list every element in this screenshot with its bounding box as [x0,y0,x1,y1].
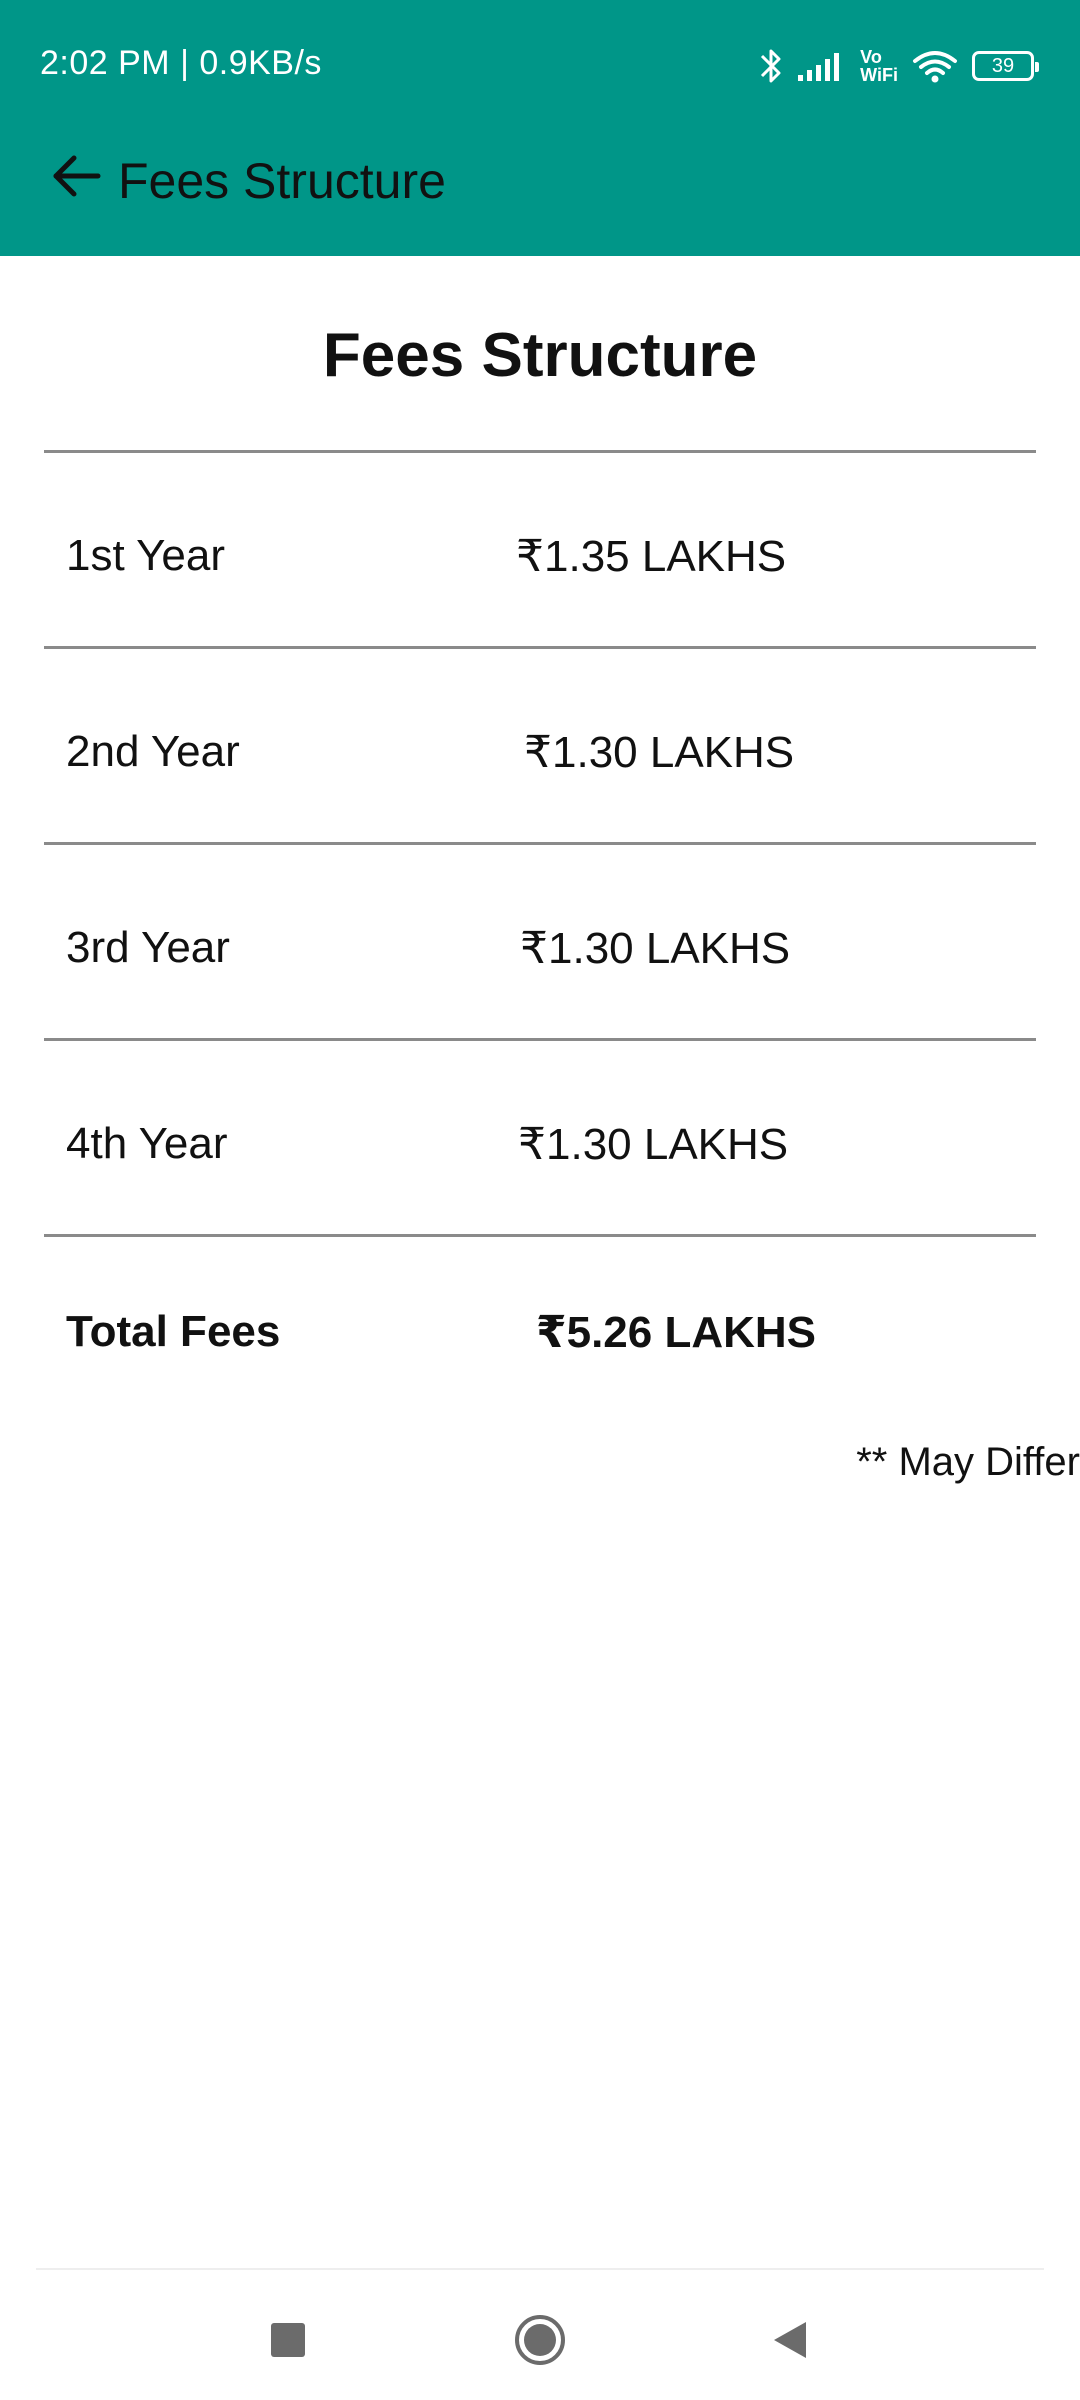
vowifi-bottom: WiFi [860,65,898,85]
recents-square-icon [271,2323,305,2357]
app-bar-title: Fees Structure [118,153,446,209]
fee-row-label: 2nd Year [66,727,240,776]
recents-button[interactable] [258,2310,318,2370]
system-nav-bar [0,2272,1080,2400]
home-circle-icon [515,2315,565,2365]
fee-row-year-1: 1st Year ₹1.35 LAKHS [44,453,1036,646]
home-button[interactable] [510,2310,570,2370]
fee-row-value: ₹1.30 LAKHS [524,728,795,777]
nav-back-button[interactable] [760,2310,820,2370]
fee-row-year-2: 2nd Year ₹1.30 LAKHS [44,649,1036,842]
fee-row-label: 4th Year [66,1119,228,1168]
fee-row-label: 3rd Year [66,923,230,972]
fee-row-value: ₹1.30 LAKHS [520,924,791,973]
vowifi-top: Vo [860,47,882,67]
battery-icon: 39 [972,51,1039,81]
vowifi-icon: Vo WiFi [860,48,898,84]
battery-level: 39 [991,54,1015,77]
fees-disclaimer-note: ** May Differ [856,1440,1080,1484]
bluetooth-icon [758,46,784,86]
fee-table: 1st Year ₹1.35 LAKHS 2nd Year ₹1.30 LAKH… [44,450,1036,1427]
fee-row-value: ₹1.30 LAKHS [518,1120,789,1169]
nav-divider [36,2268,1044,2270]
status-icons: Vo WiFi 39 [758,40,1039,92]
wifi-icon [912,49,958,83]
arrow-left-icon [53,155,101,197]
signal-icon [798,51,846,81]
fee-row-label: 1st Year [66,531,226,580]
total-fees-label: Total Fees [66,1307,281,1356]
status-time: 2:02 PM | 0.9KB/s [40,44,322,82]
total-fees-row: Total Fees ₹5.26 LAKHS [44,1237,1036,1427]
app-header: 2:02 PM | 0.9KB/s Vo WiFi 39 Fees Struct… [0,0,1080,256]
back-button[interactable] [48,148,104,204]
fee-row-year-3: 3rd Year ₹1.30 LAKHS [44,845,1036,1038]
fee-row-year-4: 4th Year ₹1.30 LAKHS [44,1041,1036,1234]
fee-row-value: ₹1.35 LAKHS [516,532,787,581]
page-title: Fees Structure [322,321,758,390]
total-fees-value: ₹5.26 LAKHS [536,1308,817,1357]
back-triangle-icon [774,2322,806,2358]
